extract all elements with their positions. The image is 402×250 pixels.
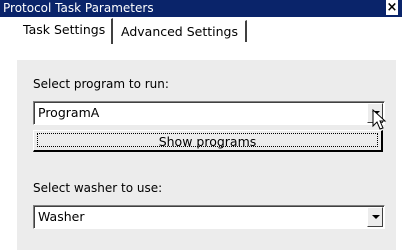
close-icon[interactable]: × [386, 0, 398, 15]
program-select[interactable]: ProgramA [33, 101, 385, 125]
window-title: Protocol Task Parameters [3, 1, 154, 15]
washer-dropdown-button[interactable] [367, 207, 383, 227]
program-select-label: Select program to run: [33, 77, 169, 91]
tab-advanced-settings[interactable]: Advanced Settings [112, 20, 247, 42]
tab-task-settings[interactable]: Task Settings [16, 18, 113, 44]
washer-select-label: Select washer to use: [33, 181, 163, 195]
washer-select-value: Washer [38, 209, 85, 224]
show-programs-label: Show programs [158, 134, 257, 149]
mouse-cursor-icon [372, 109, 387, 130]
washer-select[interactable]: Washer [33, 205, 385, 229]
tab-label: Task Settings [23, 22, 106, 37]
show-programs-button[interactable]: Show programs [33, 130, 383, 152]
title-bar: Protocol Task Parameters × [0, 0, 402, 17]
dropdown-arrow-icon [372, 215, 380, 219]
program-select-value: ProgramA [38, 105, 100, 120]
tab-label: Advanced Settings [121, 24, 238, 39]
panel-divider [110, 59, 395, 60]
